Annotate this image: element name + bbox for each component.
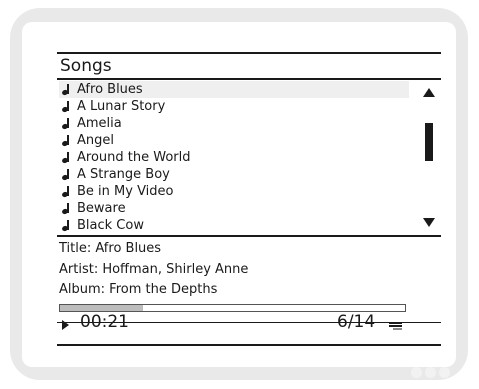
progress-fill [60,305,143,311]
scroll-down-icon[interactable] [423,218,435,227]
music-note-icon [62,117,70,130]
music-note-icon [62,219,70,232]
header-top-rule [57,52,441,54]
song-label: A Strange Boy [77,167,170,182]
song-list-item[interactable]: Beware [59,200,409,217]
music-note-icon [62,83,70,96]
song-list-item[interactable]: Angel [59,132,409,149]
music-note-icon [62,100,70,113]
song-list: Afro Blues A Lunar Story Amelia Angel Around… [59,81,409,234]
track-album: Album: From the Depths [59,282,218,297]
song-label: Angel [77,133,114,148]
scroll-up-icon[interactable] [423,88,435,97]
music-note-icon [62,134,70,147]
song-list-item[interactable]: Afro Blues [59,81,409,98]
song-list-item[interactable]: A Lunar Story [59,98,409,115]
song-list-item[interactable]: Black Cow [59,217,409,234]
music-note-icon [62,185,70,198]
page-title: Songs [60,56,112,76]
song-list-item[interactable]: Around the World [59,149,409,166]
song-label: Around the World [77,150,191,165]
song-list-item[interactable]: Amelia [59,115,409,132]
playback-progress-bar[interactable] [59,304,406,312]
timer-rule [57,322,441,323]
music-note-icon [62,151,70,164]
scrollbar-thumb[interactable] [425,123,433,161]
song-label: Afro Blues [77,82,143,97]
list-divider [57,235,441,237]
music-note-icon [62,168,70,181]
header-bottom-rule [57,78,441,80]
bezel-dots [411,367,450,378]
song-label: Amelia [77,116,122,131]
music-note-icon [62,202,70,215]
track-title: Title: Afro Blues [59,241,162,256]
footer-rule [57,344,441,346]
song-label: Black Cow [77,218,144,233]
song-label: Beware [77,201,126,216]
song-label: Be in My Video [77,184,174,199]
song-label: A Lunar Story [77,99,166,114]
song-list-item[interactable]: Be in My Video [59,183,409,200]
song-list-item[interactable]: A Strange Boy [59,166,409,183]
track-artist: Artist: Hoffman, Shirley Anne [59,262,249,277]
